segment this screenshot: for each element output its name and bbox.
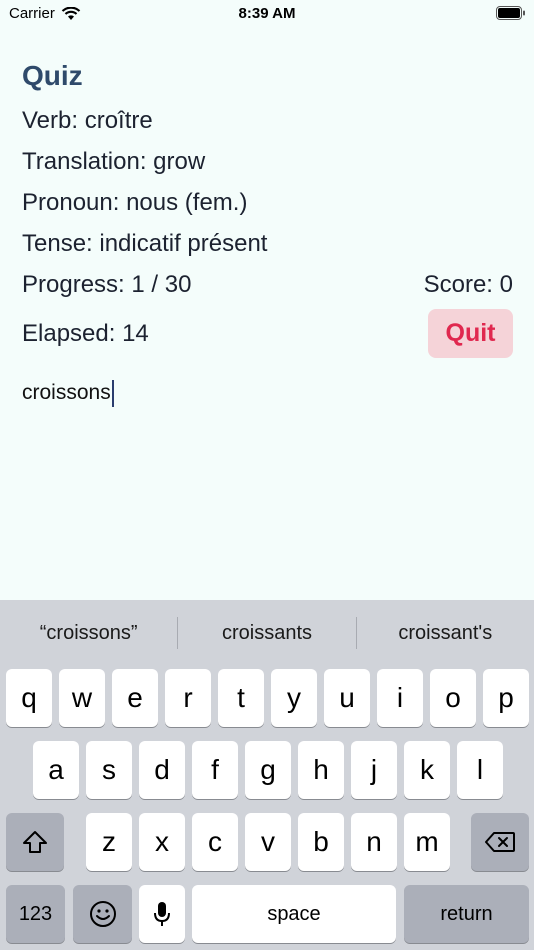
tense-label: Tense: indicatif présent bbox=[22, 230, 268, 257]
key-e[interactable]: e bbox=[112, 669, 158, 727]
status-bar: Carrier 8:39 AM bbox=[0, 0, 534, 28]
key-m[interactable]: m bbox=[404, 813, 450, 871]
pronoun-label: Pronoun: nous (fem.) bbox=[22, 189, 248, 216]
translation-label: Translation: grow bbox=[22, 148, 206, 175]
score-label: Score: 0 bbox=[423, 271, 513, 298]
key-r[interactable]: r bbox=[165, 669, 211, 727]
key-j[interactable]: j bbox=[351, 741, 397, 799]
suggestion-bar: “croissons” croissants croissant's bbox=[0, 600, 534, 666]
backspace-key[interactable] bbox=[471, 813, 529, 871]
key-c[interactable]: c bbox=[192, 813, 238, 871]
key-n[interactable]: n bbox=[351, 813, 397, 871]
key-f[interactable]: f bbox=[192, 741, 238, 799]
key-i[interactable]: i bbox=[377, 669, 423, 727]
key-b[interactable]: b bbox=[298, 813, 344, 871]
key-u[interactable]: u bbox=[324, 669, 370, 727]
shift-key[interactable] bbox=[6, 813, 64, 871]
shift-icon bbox=[23, 831, 47, 853]
quiz-panel: Quiz Verb: croître Translation: grow Pro… bbox=[22, 58, 513, 408]
key-q[interactable]: q bbox=[6, 669, 52, 727]
backspace-icon bbox=[485, 832, 515, 852]
progress-score-row: Progress: 1 / 30 Score: 0 bbox=[22, 264, 513, 305]
key-s[interactable]: s bbox=[86, 741, 132, 799]
dictation-key[interactable] bbox=[139, 885, 185, 943]
verb-label: Verb: croître bbox=[22, 107, 153, 134]
key-v[interactable]: v bbox=[245, 813, 291, 871]
microphone-icon bbox=[154, 902, 170, 926]
battery-icon bbox=[496, 6, 525, 20]
key-z[interactable]: z bbox=[86, 813, 132, 871]
text-caret bbox=[111, 379, 114, 407]
elapsed-label: Elapsed: 14 bbox=[22, 320, 149, 347]
key-h[interactable]: h bbox=[298, 741, 344, 799]
key-l[interactable]: l bbox=[457, 741, 503, 799]
status-time: 8:39 AM bbox=[238, 5, 296, 22]
key-d[interactable]: d bbox=[139, 741, 185, 799]
elapsed-row: Elapsed: 14 Quit bbox=[22, 309, 513, 358]
key-o[interactable]: o bbox=[430, 669, 476, 727]
return-key[interactable]: return bbox=[404, 885, 529, 943]
suggestion-2[interactable]: croissants bbox=[178, 622, 355, 645]
emoji-key[interactable] bbox=[73, 885, 132, 943]
suggestion-3[interactable]: croissant's bbox=[357, 622, 534, 645]
suggestion-1[interactable]: “croissons” bbox=[0, 622, 177, 645]
key-y[interactable]: y bbox=[271, 669, 317, 727]
answer-input[interactable]: croissons bbox=[22, 378, 513, 408]
space-key[interactable]: space bbox=[192, 885, 396, 943]
emoji-icon bbox=[89, 901, 116, 927]
numbers-key[interactable]: 123 bbox=[6, 885, 65, 943]
quit-button[interactable]: Quit bbox=[428, 309, 513, 358]
keyboard: “croissons” croissants croissant's q w e… bbox=[0, 600, 534, 950]
key-x[interactable]: x bbox=[139, 813, 185, 871]
key-p[interactable]: p bbox=[483, 669, 529, 727]
key-k[interactable]: k bbox=[404, 741, 450, 799]
key-t[interactable]: t bbox=[218, 669, 264, 727]
progress-label: Progress: 1 / 30 bbox=[22, 271, 192, 298]
key-g[interactable]: g bbox=[245, 741, 291, 799]
key-a[interactable]: a bbox=[33, 741, 79, 799]
answer-text: croissons bbox=[22, 381, 111, 404]
page-title: Quiz bbox=[22, 60, 83, 91]
key-w[interactable]: w bbox=[59, 669, 105, 727]
